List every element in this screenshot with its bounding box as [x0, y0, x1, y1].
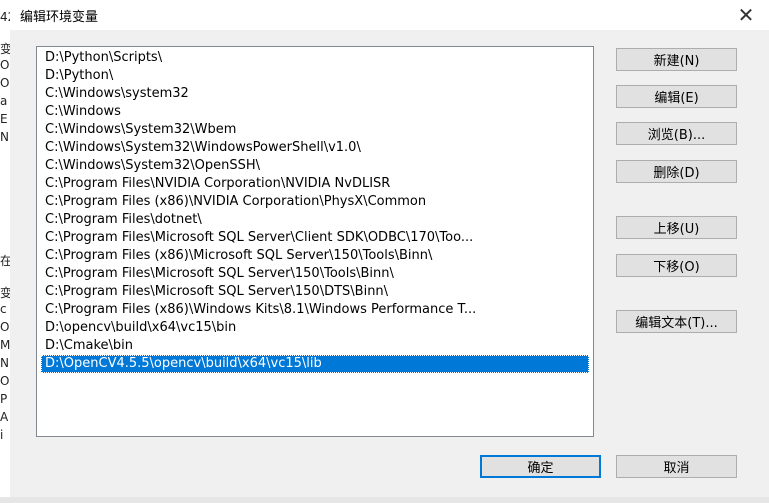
title-bar: 编辑环境变量 ✕ — [10, 0, 769, 30]
dialog-title: 编辑环境变量 — [20, 10, 99, 25]
path-list-item[interactable]: D:\Python\Scripts\ — [41, 49, 589, 67]
path-list-item[interactable]: C:\Program Files (x86)\Microsoft SQL Ser… — [41, 247, 589, 265]
path-list-item[interactable]: D:\OpenCV4.5.5\opencv\build\x64\vc15\lib — [41, 355, 589, 373]
path-list-item[interactable]: C:\Windows\System32\WindowsPowerShell\v1… — [41, 139, 589, 157]
move-up-button[interactable]: 上移(U) — [616, 216, 737, 239]
path-list-item[interactable]: C:\Program Files\dotnet\ — [41, 211, 589, 229]
close-icon[interactable]: ✕ — [731, 2, 761, 28]
path-list-item[interactable]: C:\Windows — [41, 103, 589, 121]
new-button[interactable]: 新建(N) — [616, 48, 737, 71]
path-list-item[interactable]: C:\Program Files\Microsoft SQL Server\Cl… — [41, 229, 589, 247]
cancel-button[interactable]: 取消 — [616, 455, 737, 478]
path-list-item[interactable]: C:\Windows\system32 — [41, 85, 589, 103]
path-list-item[interactable]: D:\Cmake\bin — [41, 337, 589, 355]
move-down-button[interactable]: 下移(O) — [616, 254, 737, 277]
path-list-item[interactable]: C:\Program Files\Microsoft SQL Server\15… — [41, 283, 589, 301]
browse-button[interactable]: 浏览(B)... — [616, 122, 737, 145]
delete-button[interactable]: 删除(D) — [616, 160, 737, 183]
path-list-item[interactable]: D:\opencv\build\x64\vc15\bin — [41, 319, 589, 337]
path-list-item[interactable]: C:\Program Files (x86)\Windows Kits\8.1\… — [41, 301, 589, 319]
ok-button[interactable]: 确定 — [480, 455, 601, 478]
edit-text-button[interactable]: 编辑文本(T)... — [616, 310, 737, 333]
edit-environment-variable-dialog: 编辑环境变量 ✕ D:\Python\Scripts\ D:\Python\ C:\… — [10, 0, 769, 503]
path-list-item[interactable]: C:\Program Files (x86)\NVIDIA Corporatio… — [41, 193, 589, 211]
path-list-item[interactable]: C:\Program Files\Microsoft SQL Server\15… — [41, 265, 589, 283]
path-list-item[interactable]: C:\Windows\System32\Wbem — [41, 121, 589, 139]
taskbar-edge — [0, 497, 769, 503]
path-list-item[interactable]: C:\Program Files\NVIDIA Corporation\NVID… — [41, 175, 589, 193]
path-list-item[interactable]: D:\Python\ — [41, 67, 589, 85]
path-listbox[interactable]: D:\Python\Scripts\ D:\Python\ C:\Windows\s… — [36, 46, 594, 437]
edit-button[interactable]: 编辑(E) — [616, 85, 737, 108]
path-list-item[interactable]: C:\Windows\System32\OpenSSH\ — [41, 157, 589, 175]
